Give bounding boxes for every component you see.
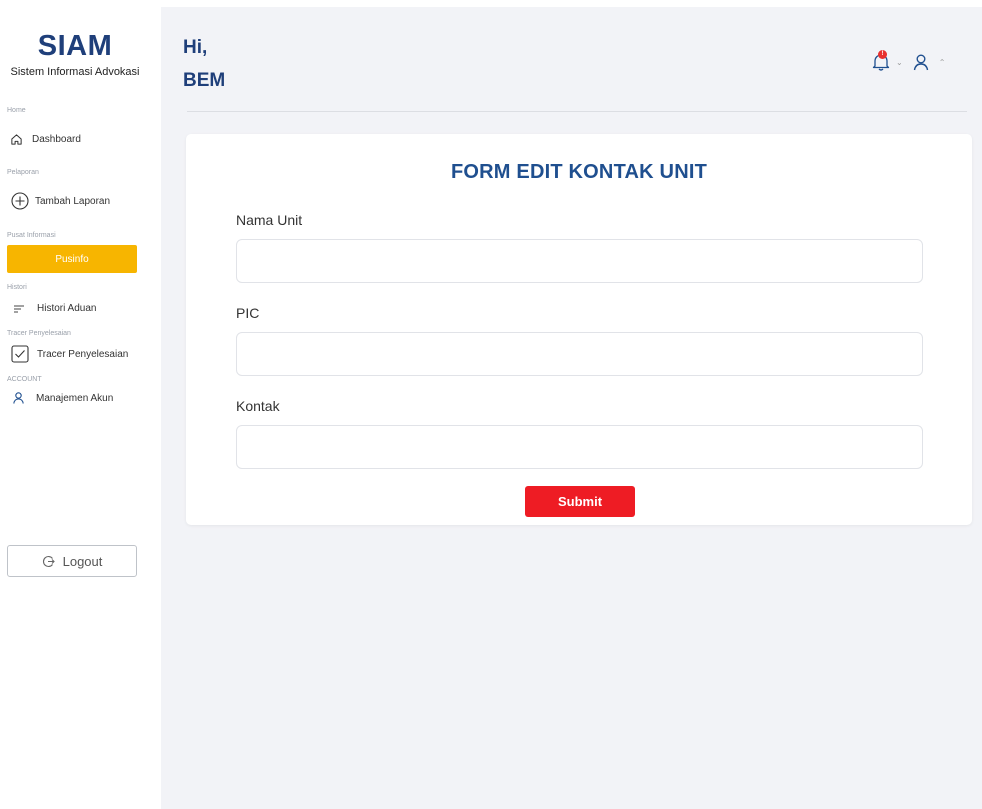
pic-input[interactable] bbox=[236, 332, 923, 376]
section-label-tracer: Tracer Penyelesaian bbox=[7, 330, 71, 337]
sidebar-item-label: Histori Aduan bbox=[37, 303, 97, 314]
sidebar-item-label: Manajemen Akun bbox=[36, 392, 114, 404]
logout-icon bbox=[42, 555, 55, 568]
main-content: Hi, BEM ! ⌄ ⌃ FORM EDIT KONTAK UNIT Nama… bbox=[161, 7, 982, 809]
form-title: FORM EDIT KONTAK UNIT bbox=[450, 161, 708, 183]
logout-label: Logout bbox=[62, 553, 103, 569]
section-label-account: ACCOUNT bbox=[7, 376, 42, 383]
user-icon bbox=[13, 392, 24, 404]
section-label-pelaporan: Pelaporan bbox=[7, 169, 39, 176]
section-label-histori: Histori bbox=[7, 284, 27, 291]
chevron-down-icon[interactable]: ⌄ bbox=[896, 58, 903, 67]
sidebar-item-manajemen-akun[interactable]: Manajemen Akun bbox=[13, 392, 113, 404]
check-square-icon bbox=[11, 345, 29, 363]
header-divider bbox=[187, 111, 967, 112]
list-icon bbox=[13, 304, 25, 314]
sidebar-item-tracer-penyelesaian[interactable]: Tracer Penyelesaian bbox=[11, 345, 128, 363]
greeting-line-1: Hi, bbox=[183, 37, 208, 58]
section-label-pusat-informasi: Pusat Informasi bbox=[7, 232, 56, 239]
brand: SIAM Sistem Informasi Advokasi bbox=[0, 30, 150, 78]
sidebar: SIAM Sistem Informasi Advokasi Home Dash… bbox=[0, 0, 161, 809]
pic-label: PIC bbox=[236, 305, 260, 321]
sidebar-item-label: Dashboard bbox=[32, 134, 81, 145]
submit-button[interactable]: Submit bbox=[525, 486, 635, 517]
header-actions: ! ⌄ ⌃ bbox=[871, 50, 955, 72]
notification-badge: ! bbox=[878, 50, 887, 59]
logout-button[interactable]: Logout bbox=[7, 545, 137, 577]
kontak-label: Kontak bbox=[236, 398, 280, 414]
kontak-input[interactable] bbox=[236, 425, 923, 469]
section-label-home: Home bbox=[7, 107, 26, 114]
chevron-up-icon[interactable]: ⌃ bbox=[939, 58, 946, 67]
nama-unit-input[interactable] bbox=[236, 239, 923, 283]
sidebar-item-histori-aduan[interactable]: Histori Aduan bbox=[13, 303, 96, 314]
edit-kontak-unit-form: FORM EDIT KONTAK UNIT Nama Unit PIC Kont… bbox=[186, 134, 972, 525]
sidebar-item-label: Tracer Penyelesaian bbox=[37, 348, 129, 360]
sidebar-item-label: Tambah Laporan bbox=[35, 195, 111, 207]
brand-title: SIAM bbox=[37, 30, 113, 62]
bell-icon[interactable]: ! bbox=[871, 50, 891, 72]
sidebar-item-tambah-laporan[interactable]: Tambah Laporan bbox=[11, 192, 110, 210]
sidebar-item-pusinfo[interactable]: Pusinfo bbox=[7, 245, 137, 273]
home-icon bbox=[10, 133, 23, 146]
greeting: Hi, BEM bbox=[183, 31, 225, 97]
greeting-line-2: BEM bbox=[183, 70, 226, 91]
user-icon[interactable] bbox=[913, 54, 929, 71]
brand-subtitle: Sistem Informasi Advokasi bbox=[10, 66, 140, 78]
nama-unit-label: Nama Unit bbox=[236, 212, 303, 228]
plus-circle-icon bbox=[11, 192, 29, 210]
sidebar-item-dashboard[interactable]: Dashboard bbox=[10, 133, 81, 146]
